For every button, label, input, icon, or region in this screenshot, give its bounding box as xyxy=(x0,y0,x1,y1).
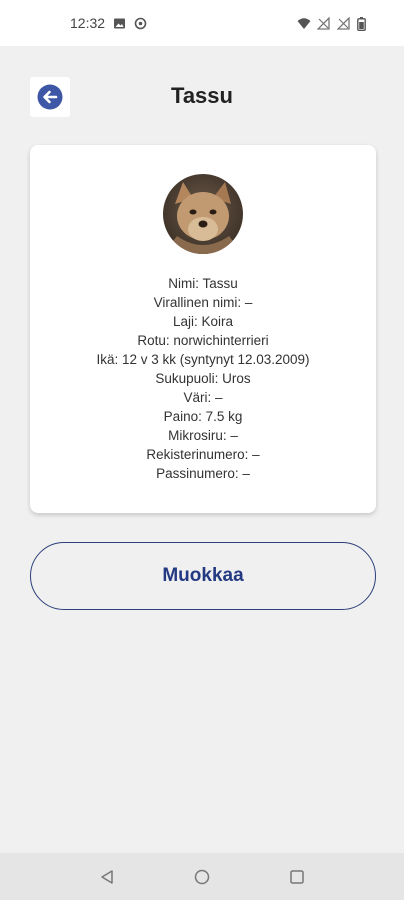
field-passport-number: Passinumero: – xyxy=(156,466,250,481)
status-right xyxy=(297,15,370,31)
status-bar: 12:32 xyxy=(0,0,404,46)
field-microchip: Mikrosiru: – xyxy=(168,428,238,443)
field-weight: Paino: 7.5 kg xyxy=(163,409,243,424)
field-sex: Sukupuoli: Uros xyxy=(155,371,251,386)
back-triangle-icon[interactable] xyxy=(96,866,118,888)
pet-details: Nimi: Tassu Virallinen nimi: – Laji: Koi… xyxy=(30,274,376,483)
field-registration-number: Rekisterinumero: – xyxy=(146,447,260,462)
edit-button[interactable]: Muokkaa xyxy=(30,542,376,610)
field-name: Nimi: Tassu xyxy=(168,276,238,291)
navigation-bar xyxy=(0,853,404,900)
home-circle-icon[interactable] xyxy=(191,866,213,888)
edit-button-label: Muokkaa xyxy=(162,565,244,586)
signal-off-icon xyxy=(336,15,350,30)
status-time: 12:32 xyxy=(70,15,106,31)
signal-off-icon xyxy=(316,15,330,30)
pet-info-card: Nimi: Tassu Virallinen nimi: – Laji: Koi… xyxy=(30,145,376,513)
image-icon xyxy=(113,17,126,30)
field-color: Väri: – xyxy=(183,390,223,405)
status-left: 12:32 xyxy=(70,15,147,31)
avatar xyxy=(163,174,243,254)
field-age: Ikä: 12 v 3 kk (syntynyt 12.03.2009) xyxy=(96,352,310,367)
wifi-icon xyxy=(297,17,311,30)
field-official-name: Virallinen nimi: – xyxy=(153,295,253,310)
arrow-left-circle-icon xyxy=(37,84,63,110)
field-breed: Rotu: norwichinterrieri xyxy=(137,333,269,348)
back-button[interactable] xyxy=(30,77,70,117)
sync-icon xyxy=(134,17,147,30)
recents-square-icon[interactable] xyxy=(286,866,308,888)
battery-icon xyxy=(357,16,370,31)
field-species: Laji: Koira xyxy=(172,314,234,329)
